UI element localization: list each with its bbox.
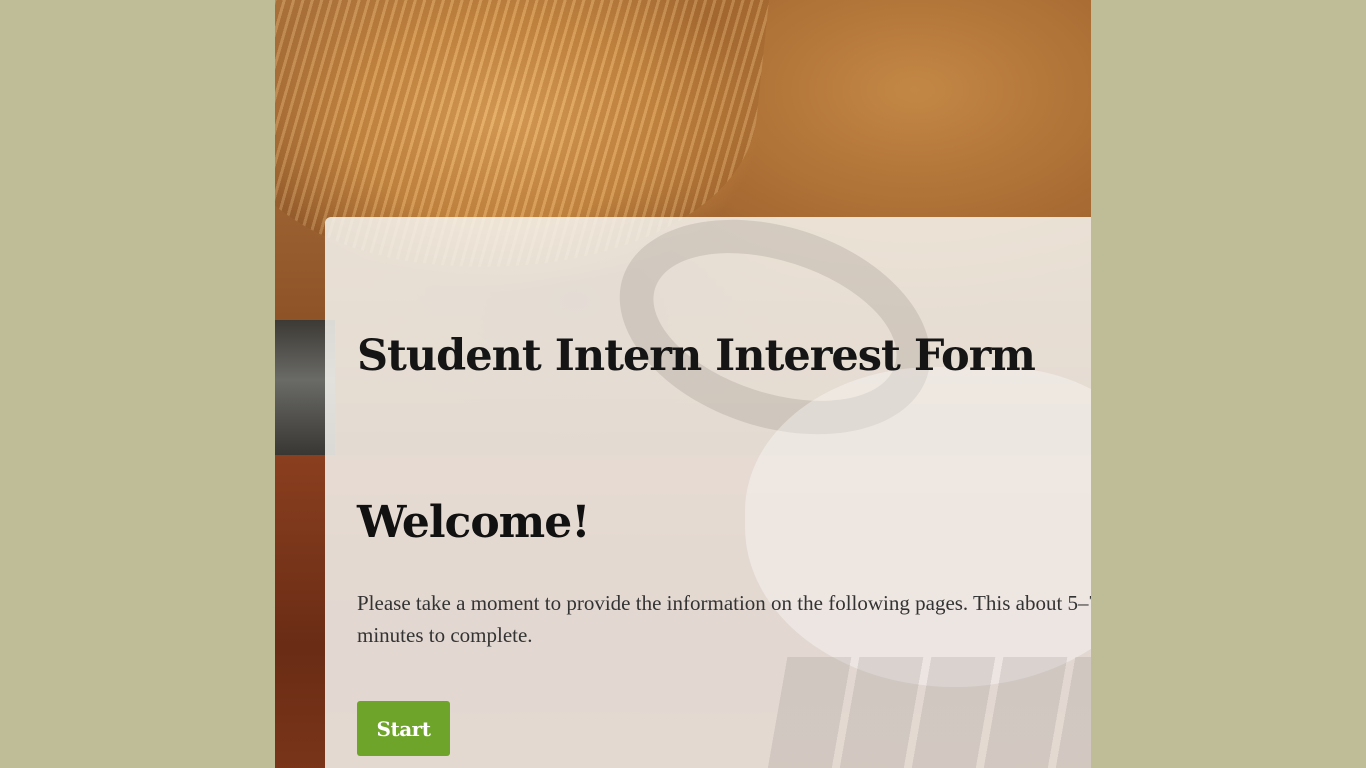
intro-text: Please take a moment to provide the info…	[357, 591, 1091, 647]
laptop-keys-graphic	[762, 657, 1091, 768]
form-title: Student Intern Interest Form	[357, 331, 1036, 381]
welcome-heading: Welcome!	[357, 497, 591, 548]
welcome-card: Student Intern Interest Form Welcome! Pl…	[325, 217, 1091, 768]
form-container: Student Intern Interest Form Welcome! Pl…	[275, 0, 1091, 768]
start-button[interactable]: Start	[357, 701, 450, 756]
